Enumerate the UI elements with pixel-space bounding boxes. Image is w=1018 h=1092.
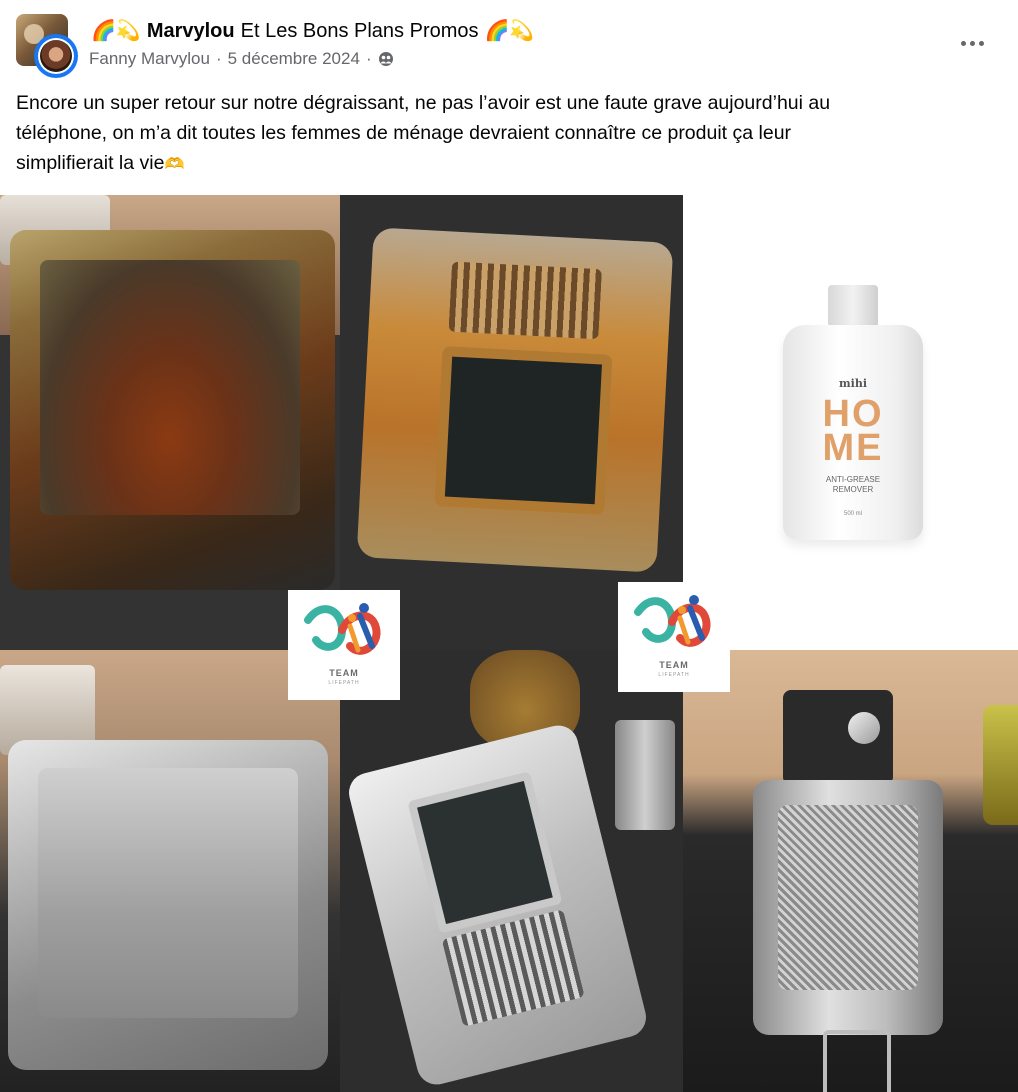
- photo-dirty-fryer-tank[interactable]: [0, 195, 340, 650]
- team-logo-icon: [304, 603, 381, 655]
- author-name[interactable]: Fanny Marvylou: [89, 49, 210, 69]
- photo-clean-fryer[interactable]: [683, 650, 1018, 1092]
- product-bottle: mihi HO ME ANTI-GREASE REMOVER 500 ml: [783, 285, 923, 540]
- product-name: HO ME: [822, 393, 884, 469]
- post-text-line-1: Encore un super retour sur notre dégrais…: [16, 92, 831, 114]
- more-options-icon[interactable]: [954, 28, 990, 58]
- post-text-line-2: téléphone, on m’a dit toutes les femmes …: [16, 122, 792, 144]
- post-photo-collage[interactable]: mihi HO ME ANTI-GREASE REMOVER 500 ml TE…: [0, 195, 1018, 1092]
- group-suffix-emojis: 🌈💫: [484, 20, 535, 42]
- group-name-rest[interactable]: Et Les Bons Plans Promos: [241, 20, 479, 43]
- post-header: 🌈💫 Marvylou Et Les Bons Plans Promos 🌈💫 …: [0, 0, 1018, 84]
- post-text-line-3: simplifierait la vie: [16, 152, 165, 174]
- meta-separator: ·: [365, 49, 372, 68]
- product-subtitle: ANTI-GREASE REMOVER: [825, 475, 881, 494]
- product-brand: mihi: [839, 377, 867, 390]
- heart-hands-emoji: 🫶: [164, 156, 185, 173]
- team-logo-icon: [634, 595, 711, 647]
- post-meta: Fanny Marvylou · 5 décembre 2024 ·: [89, 49, 394, 69]
- photo-clean-fryer-lid[interactable]: [340, 650, 683, 1092]
- post-text: Encore un super retour sur notre dégrais…: [16, 88, 976, 180]
- team-logo: TEAM LIFEPATH: [288, 590, 400, 700]
- author-avatar[interactable]: [34, 34, 78, 78]
- group-name-bold[interactable]: Marvylou: [147, 20, 235, 43]
- photo-clean-fryer-tank[interactable]: [0, 650, 340, 1092]
- product-volume: 500 ml: [843, 511, 862, 517]
- meta-separator: ·: [215, 49, 222, 68]
- post-avatars[interactable]: [16, 14, 80, 78]
- photo-product-bottle[interactable]: mihi HO ME ANTI-GREASE REMOVER 500 ml: [683, 195, 1018, 650]
- team-logo: TEAM LIFEPATH: [618, 582, 730, 692]
- group-title[interactable]: 🌈💫 Marvylou Et Les Bons Plans Promos 🌈💫: [91, 16, 534, 46]
- group-audience-icon[interactable]: [378, 51, 394, 67]
- post-date[interactable]: 5 décembre 2024: [228, 49, 360, 69]
- group-prefix-emojis: 🌈💫: [91, 20, 141, 42]
